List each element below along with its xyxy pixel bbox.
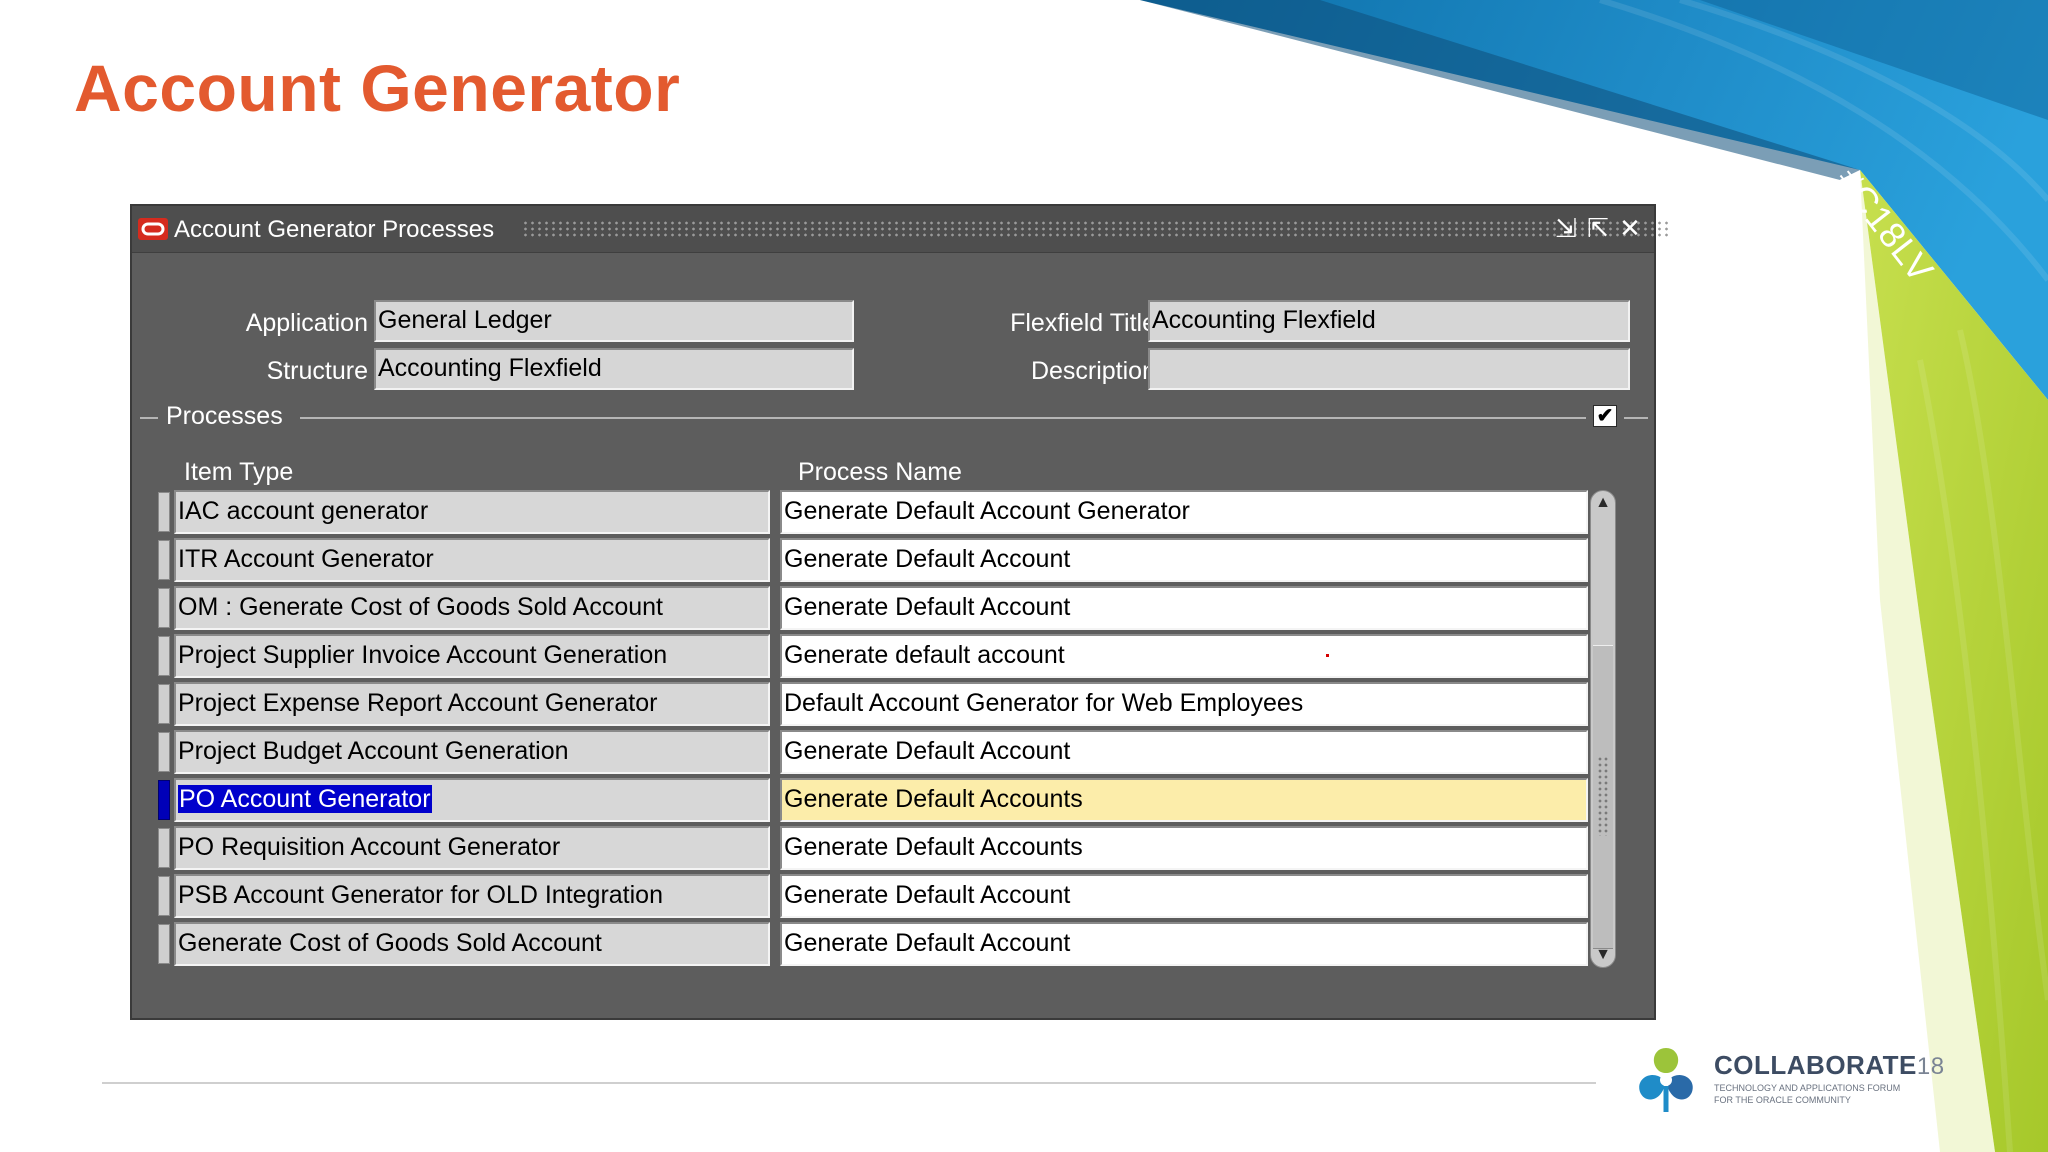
record-indicator[interactable] <box>158 492 170 532</box>
table-row[interactable]: IAC account generator Generate Default A… <box>158 490 1588 534</box>
structure-label: Structure <box>266 357 368 385</box>
logo-tagline: Technology and Applications Forum for th… <box>1714 1082 1954 1106</box>
process-name-cell[interactable]: Default Account Generator for Web Employ… <box>780 682 1588 726</box>
structure-field[interactable]: Accounting Flexfield <box>374 348 854 390</box>
table-row[interactable]: PSB Account Generator for OLD Integratio… <box>158 874 1588 918</box>
processes-group-line-left <box>140 417 158 419</box>
process-name-cell[interactable]: Generate Default Account <box>780 922 1588 966</box>
table-row[interactable]: OM : Generate Cost of Goods Sold Account… <box>158 586 1588 630</box>
scrollbar-grip <box>1597 756 1609 836</box>
logo-number: 18 <box>1916 1053 1945 1080</box>
processes-checkbox[interactable]: ✔ <box>1593 405 1617 427</box>
application-label: Application <box>245 309 368 337</box>
process-name-cell[interactable]: Generate Default Accounts <box>780 826 1588 870</box>
window-titlebar[interactable]: Account Generator Processes ⇲ ⇱ ✕ <box>132 206 1672 253</box>
table-row[interactable]: Project Budget Account Generation Genera… <box>158 730 1588 774</box>
collaborate-logo: COLLABORATE18 Technology and Application… <box>1628 1040 1958 1120</box>
minimize-button[interactable]: ⇲ <box>1552 214 1580 242</box>
process-name-cell[interactable]: Generate Default Account <box>780 730 1588 774</box>
item-type-cell[interactable]: PO Requisition Account Generator <box>174 826 770 870</box>
item-type-cell[interactable]: Project Budget Account Generation <box>174 730 770 774</box>
description-field[interactable] <box>1148 348 1630 390</box>
record-indicator[interactable] <box>158 684 170 724</box>
application-field[interactable]: General Ledger <box>374 300 854 342</box>
window-title: Account Generator Processes <box>174 216 495 243</box>
account-generator-processes-window: Account Generator Processes ⇲ ⇱ ✕ Applic… <box>130 204 1672 1020</box>
logo-wordmark: COLLABORATE18 <box>1714 1050 1945 1081</box>
logo-tagline-1: Technology and Applications Forum <box>1714 1083 1901 1093</box>
record-indicator[interactable] <box>158 636 170 676</box>
red-dot-artifact <box>1326 654 1329 657</box>
flexfield-title-field[interactable]: Accounting Flexfield <box>1148 300 1630 342</box>
process-name-cell[interactable]: Generate Default Accounts <box>780 778 1588 822</box>
table-row[interactable]: PO Requisition Account Generator Generat… <box>158 826 1588 870</box>
item-type-cell[interactable]: Project Supplier Invoice Account Generat… <box>174 634 770 678</box>
table-row[interactable]: Project Supplier Invoice Account Generat… <box>158 634 1588 678</box>
item-type-cell[interactable]: IAC account generator <box>174 490 770 534</box>
footer-divider <box>102 1082 1596 1084</box>
scroll-up-icon[interactable]: ▲ <box>1593 493 1613 513</box>
scrollbar-thumb[interactable] <box>1593 645 1613 949</box>
slide-title: Account Generator <box>74 51 681 125</box>
processes-group-line <box>300 417 1586 419</box>
maximize-button[interactable]: ⇱ <box>1584 214 1612 242</box>
item-type-cell[interactable]: OM : Generate Cost of Goods Sold Account <box>174 586 770 630</box>
vertical-scrollbar[interactable]: ▲ ▼ <box>1590 490 1616 968</box>
record-indicator[interactable] <box>158 588 170 628</box>
record-indicator[interactable] <box>158 924 170 964</box>
column-header-process-name: Process Name <box>798 458 962 486</box>
description-label: Description <box>1030 357 1156 385</box>
process-name-cell[interactable]: Generate Default Account <box>780 586 1588 630</box>
record-indicator[interactable] <box>158 732 170 772</box>
table-row-selected[interactable]: PO Account Generator Generate Default Ac… <box>158 778 1588 822</box>
record-indicator[interactable] <box>158 780 170 820</box>
logo-tagline-2: for the Oracle Community <box>1714 1095 1851 1105</box>
process-name-cell[interactable]: Generate Default Account <box>780 538 1588 582</box>
item-type-cell[interactable]: PO Account Generator <box>174 778 770 822</box>
record-indicator[interactable] <box>158 876 170 916</box>
titlebar-grip <box>522 220 1672 238</box>
logo-word: COLLABORATE <box>1714 1050 1917 1080</box>
process-name-cell[interactable]: Generate default account <box>780 634 1588 678</box>
close-button[interactable]: ✕ <box>1616 214 1644 242</box>
processes-group-label: Processes <box>166 402 283 430</box>
item-type-cell[interactable]: Generate Cost of Goods Sold Account <box>174 922 770 966</box>
oracle-icon <box>138 218 168 240</box>
process-name-cell[interactable]: Generate Default Account <box>780 874 1588 918</box>
record-indicator[interactable] <box>158 828 170 868</box>
selected-text: PO Account Generator <box>178 785 432 813</box>
flexfield-title-label: Flexfield Title <box>1010 309 1156 337</box>
processes-group-line-right <box>1624 417 1648 419</box>
table-row[interactable]: Generate Cost of Goods Sold Account Gene… <box>158 922 1588 966</box>
column-header-item-type: Item Type <box>184 458 294 486</box>
record-indicator[interactable] <box>158 540 170 580</box>
table-row[interactable]: Project Expense Report Account Generator… <box>158 682 1588 726</box>
item-type-cell[interactable]: PSB Account Generator for OLD Integratio… <box>174 874 770 918</box>
scroll-down-icon[interactable]: ▼ <box>1593 945 1613 965</box>
table-row[interactable]: ITR Account Generator Generate Default A… <box>158 538 1588 582</box>
item-type-cell[interactable]: Project Expense Report Account Generator <box>174 682 770 726</box>
process-name-cell[interactable]: Generate Default Account Generator <box>780 490 1588 534</box>
item-type-cell[interactable]: ITR Account Generator <box>174 538 770 582</box>
collaborate-logo-icon <box>1630 1042 1702 1114</box>
